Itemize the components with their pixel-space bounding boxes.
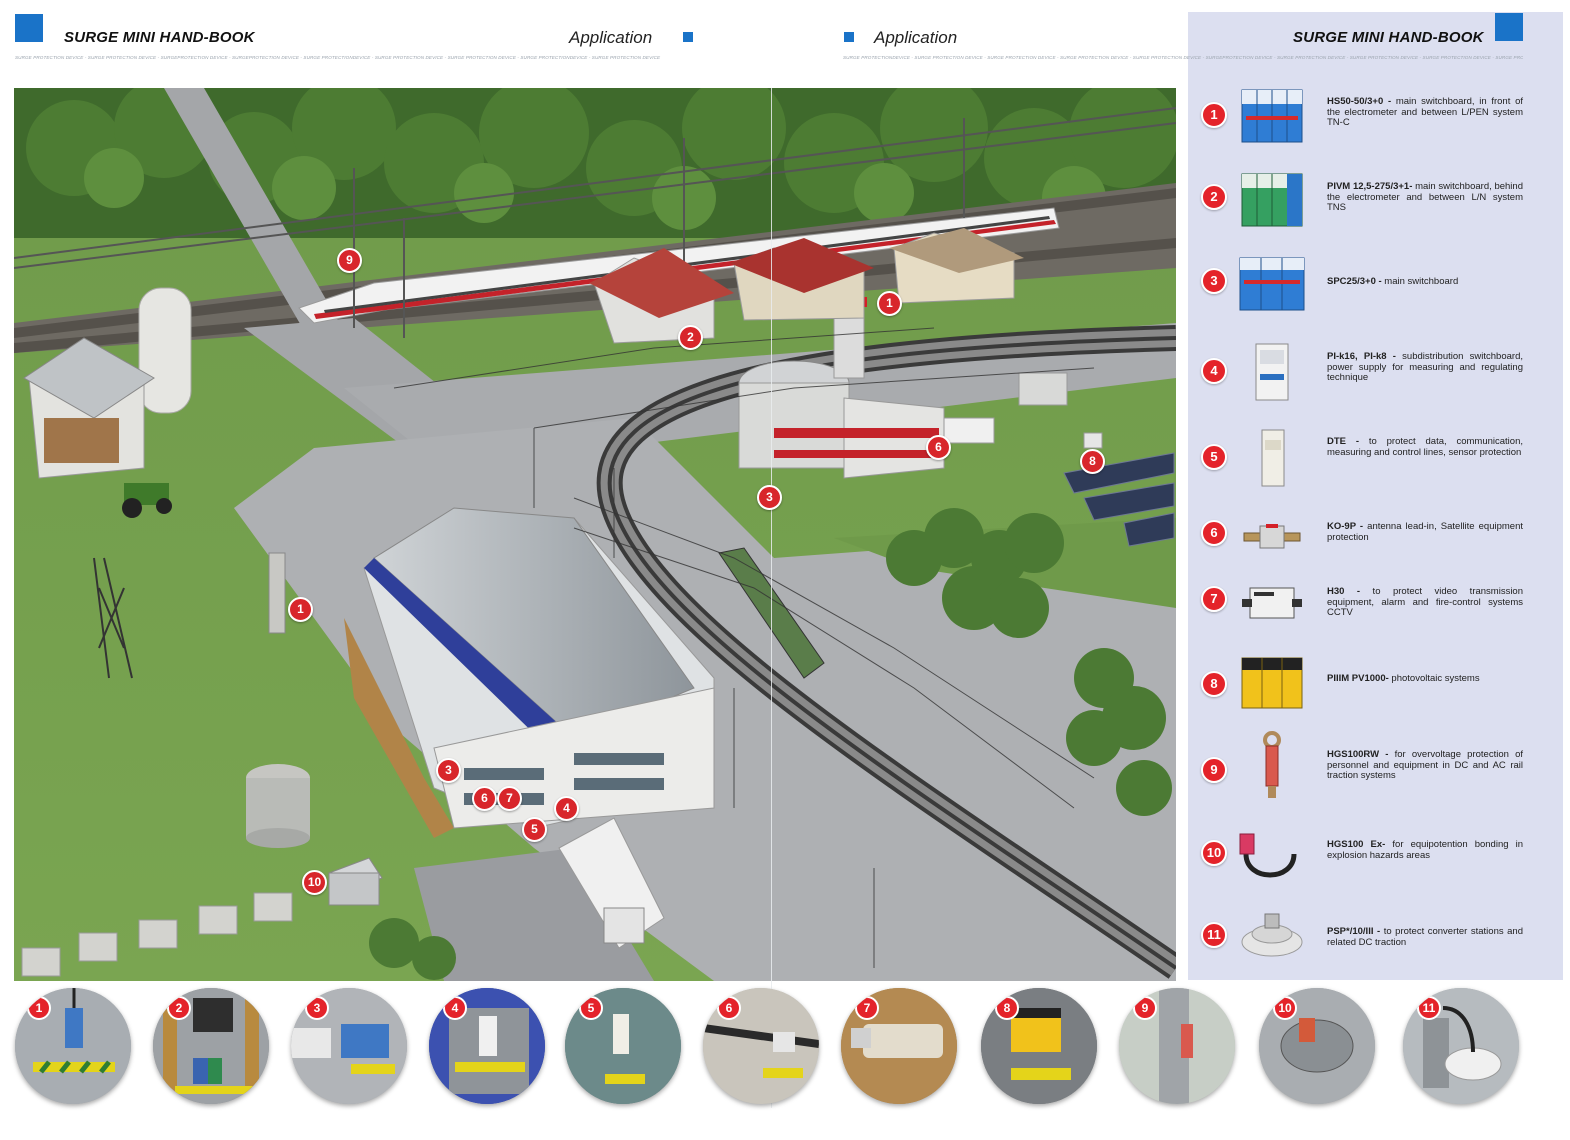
header-small-square-right-icon xyxy=(844,32,854,42)
scene-badge-5-warehouse[interactable]: 5 xyxy=(522,817,547,842)
hgs100rw-device-icon xyxy=(1263,731,1281,798)
product-text-9: HGS100RW - for overvoltage protection of… xyxy=(1327,749,1523,782)
product-badge-6: 6 xyxy=(1201,520,1227,546)
page-spine-divider xyxy=(771,88,772,1108)
header-blue-square-right-icon xyxy=(1495,13,1523,41)
product-text-10: HGS100 Ex- for equipotention bonding in … xyxy=(1327,839,1523,861)
circle-badge-4: 4 xyxy=(443,996,467,1020)
pi-k16-device-icon xyxy=(1255,343,1289,401)
circle-badge-6: 6 xyxy=(717,996,741,1020)
install-photo-9: 9 xyxy=(1119,988,1235,1104)
circle-badge-3: 3 xyxy=(305,996,329,1020)
dte-device-icon xyxy=(1261,429,1285,487)
product-name-9: HGS100RW - xyxy=(1327,749,1389,760)
install-photo-11: 11 xyxy=(1403,988,1519,1104)
circle-badge-10: 10 xyxy=(1273,996,1297,1020)
scene-badge-3-hospital[interactable]: 3 xyxy=(757,485,782,510)
circle-badge-5: 5 xyxy=(579,996,603,1020)
product-badge-11: 11 xyxy=(1201,922,1227,948)
install-photo-6: 6 xyxy=(703,988,819,1104)
scene-badge-3-warehouse[interactable]: 3 xyxy=(436,758,461,783)
hs50-device-icon xyxy=(1241,89,1303,143)
product-text-2: PIVM 12,5-275/3+1- main switchboard, beh… xyxy=(1327,181,1523,214)
product-badge-9: 9 xyxy=(1201,757,1227,783)
product-name-6: KO-9P - xyxy=(1327,521,1364,532)
product-text-3: SPC25/3+0 - main switchboard xyxy=(1327,276,1523,288)
product-name-3: SPC25/3+0 - xyxy=(1327,276,1382,287)
psp-device-icon xyxy=(1241,913,1303,957)
install-photo-2: 2 xyxy=(153,988,269,1104)
circle-badge-8: 8 xyxy=(995,996,1019,1020)
product-text-8: PIIIM PV1000- photovoltaic systems xyxy=(1327,673,1523,685)
product-badge-5: 5 xyxy=(1201,444,1227,470)
scene-badge-4-warehouse[interactable]: 4 xyxy=(554,796,579,821)
product-name-11: PSP*/10/III - xyxy=(1327,926,1381,937)
piiim-pv1000-device-icon xyxy=(1241,657,1303,709)
product-text-7: H30 - to protect video transmission equi… xyxy=(1327,586,1523,619)
product-badge-8: 8 xyxy=(1201,671,1227,697)
header-microtext-right: SURGE PROTECTIONDEVICE - SURGE PROTECTIO… xyxy=(843,55,1523,60)
product-name-8: PIIIM PV1000- xyxy=(1327,673,1389,684)
hgs100ex-device-icon xyxy=(1239,833,1297,878)
ko-9p-device-icon xyxy=(1243,524,1301,549)
scene-svg xyxy=(14,88,1176,981)
product-name-10: HGS100 Ex- xyxy=(1327,839,1386,850)
circle-badge-1: 1 xyxy=(27,996,51,1020)
header-section-left: Application xyxy=(569,28,653,47)
scene-badge-6-hospital[interactable]: 6 xyxy=(926,435,951,460)
circle-badge-7: 7 xyxy=(855,996,879,1020)
install-photo-8: 8 xyxy=(981,988,1097,1104)
product-text-1: HS50-50/3+0 - main switchboard, in front… xyxy=(1327,96,1523,129)
product-name-4: PI-k16, PI-k8 - xyxy=(1327,351,1396,362)
install-photo-3: 3 xyxy=(291,988,407,1104)
header-small-square-left-icon xyxy=(683,32,693,42)
install-photo-1: 1 xyxy=(15,988,131,1104)
scene-badge-10[interactable]: 10 xyxy=(302,870,327,895)
install-photo-5: 5 xyxy=(565,988,681,1104)
install-photo-10: 10 xyxy=(1259,988,1375,1104)
circle-badge-9: 9 xyxy=(1133,996,1157,1020)
scene-badge-9[interactable]: 9 xyxy=(337,248,362,273)
h30-device-icon xyxy=(1242,587,1302,619)
product-text-6: KO-9P - antenna lead-in, Satellite equip… xyxy=(1327,521,1523,543)
product-desc-3: main switchboard xyxy=(1381,276,1459,287)
scene-badge-7-warehouse[interactable]: 7 xyxy=(497,786,522,811)
install-photo-7: 7 xyxy=(841,988,957,1104)
product-badge-1: 1 xyxy=(1201,102,1227,128)
header-blue-square-left-icon xyxy=(15,14,43,42)
product-badge-10: 10 xyxy=(1201,840,1227,866)
scene-badge-2[interactable]: 2 xyxy=(678,325,703,350)
product-badge-4: 4 xyxy=(1201,358,1227,384)
product-name-5: DTE - xyxy=(1327,436,1360,447)
circle-badge-11: 11 xyxy=(1417,996,1441,1020)
header-microtext-left: SURGE PROTECTION DEVICE - SURGE PROTECTI… xyxy=(15,55,661,60)
header-title-right: SURGE MINI HAND-BOOK xyxy=(1293,29,1484,46)
product-desc-8: photovoltaic systems xyxy=(1388,673,1480,684)
product-name-1: HS50-50/3+0 - xyxy=(1327,96,1392,107)
product-text-5: DTE - to protect data, communication, me… xyxy=(1327,436,1523,458)
product-text-11: PSP*/10/III - to protect converter stati… xyxy=(1327,926,1523,948)
spc25-device-icon xyxy=(1239,257,1305,311)
product-text-4: PI-k16, PI-k8 - subdistribution switchbo… xyxy=(1327,351,1523,384)
scene-badge-6-warehouse[interactable]: 6 xyxy=(472,786,497,811)
scene-badge-1-pylon[interactable]: 1 xyxy=(288,597,313,622)
scene-badge-8[interactable]: 8 xyxy=(1080,449,1105,474)
product-name-2: PIVM 12,5-275/3+1- xyxy=(1327,181,1413,192)
product-name-7: H30 - xyxy=(1327,586,1361,597)
header-title-left: SURGE MINI HAND-BOOK xyxy=(64,29,255,46)
circle-badge-2: 2 xyxy=(167,996,191,1020)
application-scene-illustration xyxy=(14,88,1176,981)
pivm-device-icon xyxy=(1241,173,1303,227)
scene-badge-1-hospital[interactable]: 1 xyxy=(877,291,902,316)
install-photo-4: 4 xyxy=(429,988,545,1104)
product-badge-7: 7 xyxy=(1201,586,1227,612)
product-badge-2: 2 xyxy=(1201,184,1227,210)
header-section-right: Application xyxy=(874,28,958,47)
product-badge-3: 3 xyxy=(1201,268,1227,294)
